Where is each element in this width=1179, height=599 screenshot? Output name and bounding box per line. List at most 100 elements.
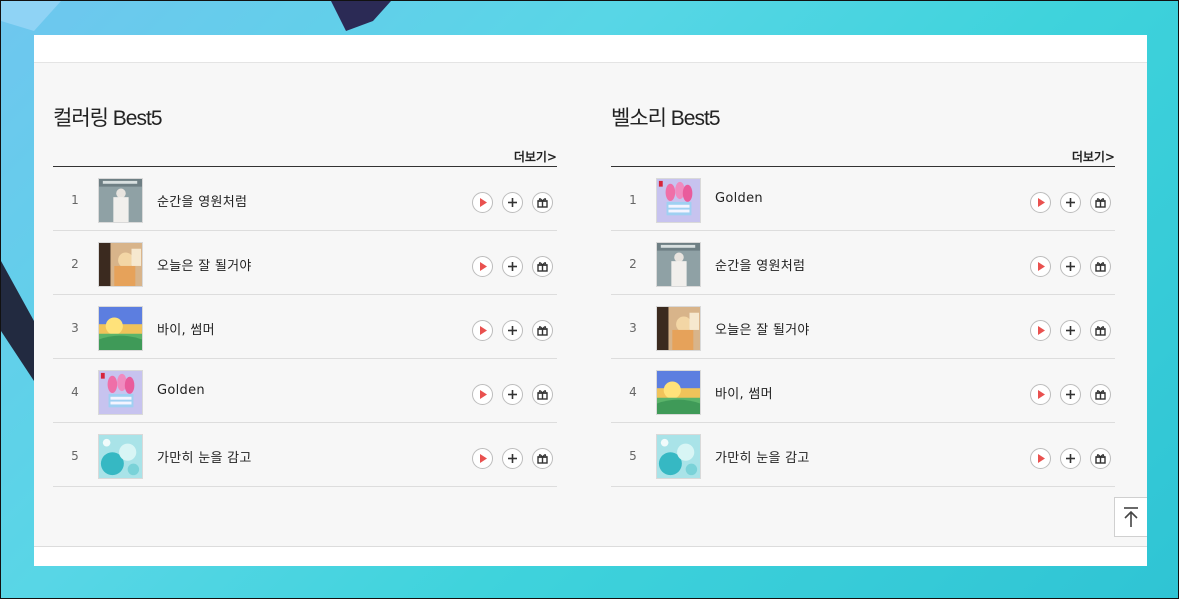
album-art-image (99, 243, 142, 286)
song-title[interactable]: 순간을 영원처럼 (715, 255, 805, 274)
gift-icon (1095, 262, 1106, 272)
rank-number: 1 (71, 193, 79, 207)
album-cover[interactable] (656, 370, 701, 415)
gift-button[interactable] (1090, 192, 1111, 213)
album-cover[interactable] (98, 306, 143, 351)
gift-button[interactable] (532, 384, 553, 405)
gift-icon (537, 198, 548, 208)
gift-icon (1095, 198, 1106, 208)
more-link[interactable]: 더보기> (1072, 148, 1115, 165)
song-actions (1030, 192, 1111, 213)
song-list: 1 순간을 영원처럼 2 오늘은 잘 될거야 3 바이, 썸머 4 Golden 5 가만히 눈을… (53, 167, 557, 487)
play-icon (480, 326, 487, 335)
gift-icon (537, 454, 548, 464)
play-icon (480, 390, 487, 399)
rank-number: 2 (629, 257, 637, 271)
song-row: 5 가만히 눈을 감고 (53, 423, 557, 487)
gift-button[interactable] (532, 256, 553, 277)
rank-number: 3 (71, 321, 79, 335)
scroll-to-top-button[interactable] (1114, 497, 1147, 537)
add-button[interactable] (502, 448, 523, 469)
song-title[interactable]: 오늘은 잘 될거야 (157, 255, 252, 274)
play-icon (480, 198, 487, 207)
play-button[interactable] (472, 256, 493, 277)
plus-icon (1066, 198, 1075, 207)
play-icon (1038, 198, 1045, 207)
plus-icon (508, 262, 517, 271)
gift-button[interactable] (532, 448, 553, 469)
add-button[interactable] (502, 192, 523, 213)
play-icon (1038, 390, 1045, 399)
play-button[interactable] (472, 384, 493, 405)
album-cover[interactable] (656, 242, 701, 287)
album-art-image (99, 371, 142, 414)
play-button[interactable] (1030, 320, 1051, 341)
song-actions (472, 256, 553, 277)
song-row: 4 Golden (53, 359, 557, 423)
play-button[interactable] (472, 192, 493, 213)
album-cover[interactable] (656, 434, 701, 479)
rank-number: 5 (71, 449, 79, 463)
album-art-image (657, 307, 700, 350)
gift-button[interactable] (1090, 384, 1111, 405)
plus-icon (1066, 454, 1075, 463)
album-art-image (657, 243, 700, 286)
rank-number: 4 (629, 385, 637, 399)
album-cover[interactable] (656, 306, 701, 351)
song-title[interactable]: 가만히 눈을 감고 (715, 447, 810, 466)
gift-button[interactable] (532, 192, 553, 213)
song-row: 5 가만히 눈을 감고 (611, 423, 1115, 487)
content-panel: 컬러링 Best5 더보기> 1 순간을 영원처럼 2 오늘은 잘 될거야 3 바이, 썸… (34, 35, 1147, 566)
add-button[interactable] (1060, 448, 1081, 469)
plus-icon (508, 454, 517, 463)
song-actions (1030, 448, 1111, 469)
play-icon (1038, 326, 1045, 335)
song-title[interactable]: 오늘은 잘 될거야 (715, 319, 810, 338)
gift-button[interactable] (532, 320, 553, 341)
gift-button[interactable] (1090, 256, 1111, 277)
add-button[interactable] (502, 384, 523, 405)
play-button[interactable] (1030, 384, 1051, 405)
song-title[interactable]: Golden (157, 383, 205, 398)
more-link[interactable]: 더보기> (514, 148, 557, 165)
song-row: 2 순간을 영원처럼 (611, 231, 1115, 295)
gift-icon (1095, 390, 1106, 400)
song-row: 4 바이, 썸머 (611, 359, 1115, 423)
add-button[interactable] (1060, 192, 1081, 213)
play-button[interactable] (1030, 448, 1051, 469)
song-row: 1 Golden (611, 167, 1115, 231)
add-button[interactable] (502, 256, 523, 277)
song-title[interactable]: Golden (715, 191, 763, 206)
rank-number: 1 (629, 193, 637, 207)
album-cover[interactable] (98, 178, 143, 223)
album-cover[interactable] (656, 178, 701, 223)
song-title[interactable]: 바이, 썸머 (157, 319, 215, 338)
play-button[interactable] (472, 320, 493, 341)
song-row: 3 오늘은 잘 될거야 (611, 295, 1115, 359)
gift-icon (1095, 326, 1106, 336)
ringtone-best5-section: 벨소리 Best5 더보기> 1 Golden 2 순간을 영원처럼 3 오늘은 잘 될거… (611, 105, 1115, 487)
play-button[interactable] (1030, 192, 1051, 213)
album-cover[interactable] (98, 434, 143, 479)
gift-icon (1095, 454, 1106, 464)
song-row: 1 순간을 영원처럼 (53, 167, 557, 231)
song-actions (472, 448, 553, 469)
play-button[interactable] (472, 448, 493, 469)
song-row: 2 오늘은 잘 될거야 (53, 231, 557, 295)
gift-button[interactable] (1090, 448, 1111, 469)
add-button[interactable] (1060, 320, 1081, 341)
plus-icon (1066, 326, 1075, 335)
add-button[interactable] (1060, 384, 1081, 405)
song-actions (472, 192, 553, 213)
add-button[interactable] (502, 320, 523, 341)
song-title[interactable]: 가만히 눈을 감고 (157, 447, 252, 466)
album-cover[interactable] (98, 242, 143, 287)
play-button[interactable] (1030, 256, 1051, 277)
play-icon (480, 262, 487, 271)
gift-button[interactable] (1090, 320, 1111, 341)
song-title[interactable]: 바이, 썸머 (715, 383, 773, 402)
album-cover[interactable] (98, 370, 143, 415)
add-button[interactable] (1060, 256, 1081, 277)
plus-icon (508, 390, 517, 399)
song-title[interactable]: 순간을 영원처럼 (157, 191, 247, 210)
